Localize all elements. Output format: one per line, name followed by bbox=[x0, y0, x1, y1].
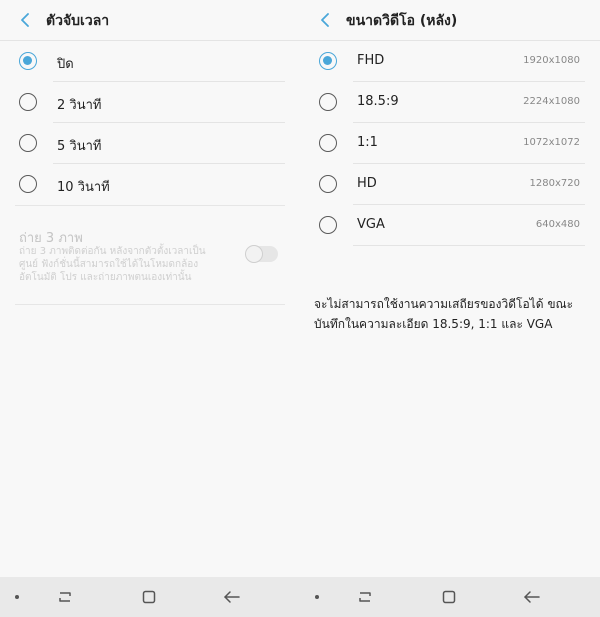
recents-button[interactable] bbox=[355, 587, 375, 607]
back-button[interactable] bbox=[14, 9, 36, 31]
back-nav-button[interactable] bbox=[222, 587, 242, 607]
video-option-vga[interactable]: VGA 640x480 bbox=[300, 205, 600, 246]
option-label: VGA bbox=[357, 217, 385, 232]
recents-icon bbox=[59, 592, 71, 602]
resolution-value: 1920x1080 bbox=[523, 55, 580, 66]
burst-description: ถ่าย 3 ภาพติดต่อกัน หลังจากตัวตั้งเวลาเป… bbox=[19, 246, 206, 283]
burst-toggle[interactable] bbox=[245, 245, 278, 263]
dot-icon bbox=[315, 595, 319, 599]
home-button[interactable] bbox=[139, 587, 159, 607]
video-option-hd[interactable]: HD 1280x720 bbox=[300, 164, 600, 205]
page-title: ขนาดวิดีโอ (หลัง) bbox=[346, 13, 458, 29]
resolution-value: 1280x720 bbox=[529, 178, 580, 189]
chevron-left-icon bbox=[21, 13, 29, 27]
option-label: ปิด bbox=[57, 57, 74, 72]
radio-icon[interactable] bbox=[19, 93, 37, 111]
radio-selected-icon[interactable] bbox=[319, 52, 337, 70]
timer-option-10s[interactable]: 10 วินาที bbox=[0, 164, 300, 205]
back-button[interactable] bbox=[314, 9, 336, 31]
radio-icon[interactable] bbox=[19, 134, 37, 152]
option-label: 10 วินาที bbox=[57, 180, 110, 195]
page-title: ตัวจับเวลา bbox=[46, 13, 110, 29]
section-divider bbox=[15, 304, 285, 305]
radio-icon[interactable] bbox=[319, 134, 337, 152]
option-label: 5 วินาที bbox=[57, 139, 102, 154]
stabilization-note: จะไม่สามารถใช้งานความเสถียรของวิดีโอได้ … bbox=[314, 297, 574, 331]
chevron-left-icon bbox=[321, 13, 329, 27]
video-size-header: ขนาดวิดีโอ (หลัง) bbox=[300, 0, 600, 40]
back-nav-button[interactable] bbox=[522, 587, 542, 607]
dot-icon bbox=[15, 595, 19, 599]
timer-option-5s[interactable]: 5 วินาที bbox=[0, 123, 300, 164]
timer-option-off[interactable]: ปิด bbox=[0, 41, 300, 82]
home-button[interactable] bbox=[439, 587, 459, 607]
back-icon bbox=[524, 591, 540, 603]
video-option-fhd[interactable]: FHD 1920x1080 bbox=[300, 41, 600, 82]
video-option-18-5-9[interactable]: 18.5:9 2224x1080 bbox=[300, 82, 600, 123]
navigation-bar bbox=[0, 577, 600, 617]
toggle-knob bbox=[245, 245, 263, 263]
section-divider bbox=[15, 205, 285, 206]
home-icon bbox=[442, 590, 456, 604]
timer-header: ตัวจับเวลา bbox=[0, 0, 300, 40]
recents-icon bbox=[359, 592, 371, 602]
option-label: 1:1 bbox=[357, 135, 378, 150]
radio-icon[interactable] bbox=[319, 93, 337, 111]
recents-button[interactable] bbox=[55, 587, 75, 607]
divider bbox=[353, 245, 585, 246]
option-label: FHD bbox=[357, 53, 385, 68]
back-icon bbox=[224, 591, 240, 603]
option-label: 2 วินาที bbox=[57, 98, 102, 113]
radio-icon[interactable] bbox=[319, 216, 337, 234]
radio-icon[interactable] bbox=[319, 175, 337, 193]
home-icon bbox=[142, 590, 156, 604]
option-label: HD bbox=[357, 176, 377, 191]
video-size-panel: ขนาดวิดีโอ (หลัง) FHD 1920x1080 18.5:9 2… bbox=[300, 0, 600, 577]
resolution-value: 640x480 bbox=[535, 219, 580, 230]
radio-icon[interactable] bbox=[19, 175, 37, 193]
option-label: 18.5:9 bbox=[357, 94, 399, 109]
timer-panel: ตัวจับเวลา ปิด 2 วินาที 5 วินาที 10 วินา… bbox=[0, 0, 300, 577]
resolution-value: 1072x1072 bbox=[523, 137, 580, 148]
video-option-1-1[interactable]: 1:1 1072x1072 bbox=[300, 123, 600, 164]
timer-option-2s[interactable]: 2 วินาที bbox=[0, 82, 300, 123]
radio-selected-icon[interactable] bbox=[19, 52, 37, 70]
resolution-value: 2224x1080 bbox=[523, 96, 580, 107]
